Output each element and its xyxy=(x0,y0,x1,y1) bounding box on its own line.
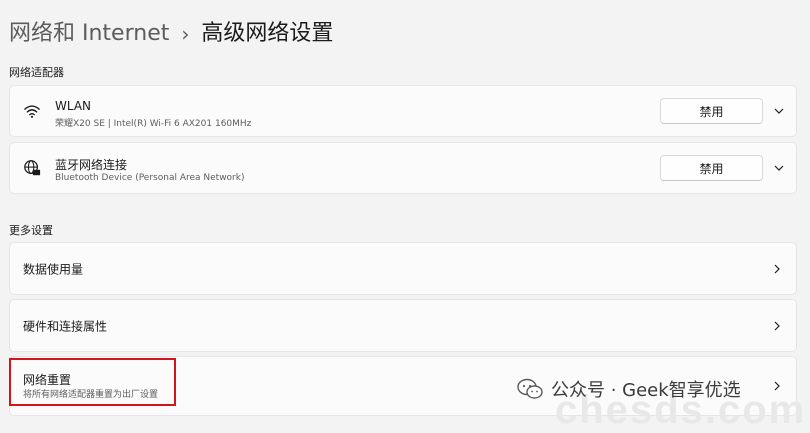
section-label-more: 更多设置 xyxy=(9,224,53,237)
breadcrumb-separator: › xyxy=(181,22,190,46)
settings-item-subtitle: 将所有网络适配器重置为出厂设置 xyxy=(23,390,159,400)
adapter-title: 蓝牙网络连接 xyxy=(55,158,128,172)
chevron-down-icon[interactable] xyxy=(773,105,785,117)
globe-icon xyxy=(24,160,41,176)
settings-item-hardware-properties[interactable]: 硬件和连接属性 xyxy=(9,299,797,352)
adapter-title: WLAN xyxy=(55,99,92,113)
settings-item-title: 数据使用量 xyxy=(23,262,84,276)
wechat-icon xyxy=(517,378,543,399)
adapter-subtitle: Bluetooth Device (Personal Area Network) xyxy=(55,173,245,183)
wifi-icon xyxy=(24,105,40,118)
watermark-text: 公众号 · Geek智享优选 xyxy=(551,380,741,401)
page-title: 高级网络设置 xyxy=(201,21,334,46)
disable-button[interactable]: 禁用 xyxy=(660,155,763,181)
adapter-card-bluetooth[interactable]: 蓝牙网络连接 Bluetooth Device (Personal Area N… xyxy=(9,142,797,194)
disable-button[interactable]: 禁用 xyxy=(660,98,763,124)
breadcrumb: 网络和 Internet › 高级网络设置 xyxy=(9,18,333,50)
chevron-right-icon xyxy=(774,321,780,330)
adapter-card-wlan[interactable]: WLAN 荣耀X20 SE | Intel(R) Wi-Fi 6 AX201 1… xyxy=(9,85,797,137)
settings-item-title: 硬件和连接属性 xyxy=(23,319,108,333)
chevron-right-icon xyxy=(774,264,780,273)
adapter-subtitle: 荣耀X20 SE | Intel(R) Wi-Fi 6 AX201 160MHz xyxy=(55,119,252,129)
wechat-watermark: 公众号 · Geek智享优选 xyxy=(517,376,741,402)
chevron-down-icon[interactable] xyxy=(773,162,785,174)
section-label-adapters: 网络适配器 xyxy=(9,66,64,79)
settings-item-data-usage[interactable]: 数据使用量 xyxy=(9,242,797,295)
breadcrumb-parent-link[interactable]: 网络和 Internet xyxy=(9,18,169,50)
settings-item-title: 网络重置 xyxy=(23,373,72,387)
